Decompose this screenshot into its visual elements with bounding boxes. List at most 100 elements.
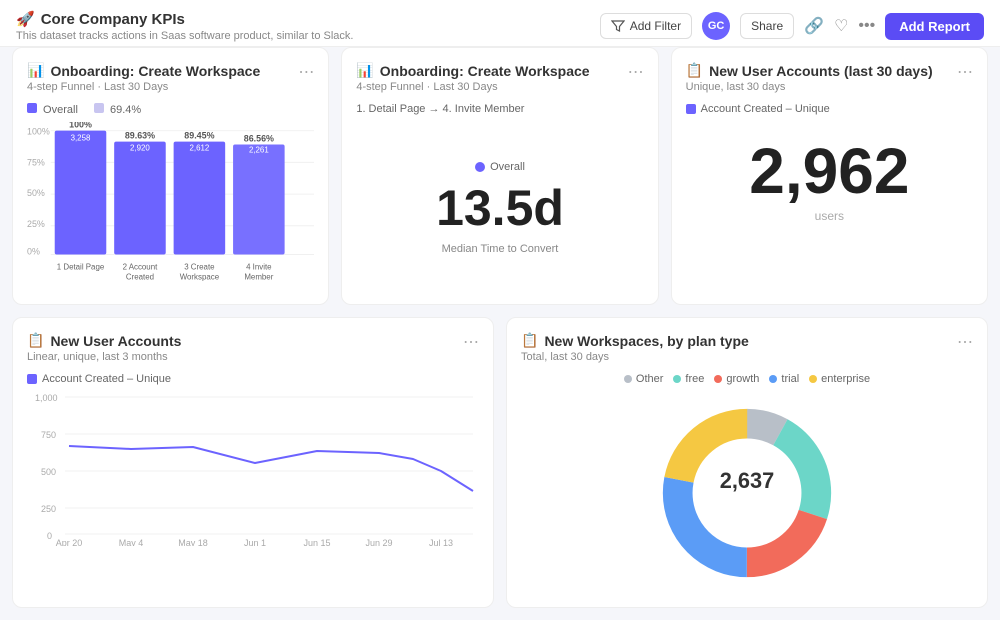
user-accounts-metric-card: 📋 New User Accounts (last 30 days) Uniqu… [671, 47, 988, 305]
wdc-menu[interactable]: ⋯ [957, 332, 973, 352]
share-button[interactable]: Share [740, 13, 794, 39]
fbc2-header: 📊 Onboarding: Create Workspace 4-step Fu… [27, 62, 314, 101]
svg-text:May 4: May 4 [119, 538, 144, 546]
ualc-title: 📋 New User Accounts [27, 332, 181, 349]
fbc2-menu[interactable]: ⋯ [298, 62, 314, 82]
uamc-metric-area: 2,962 users [686, 119, 973, 233]
fbc2-icon: 📊 [27, 62, 44, 79]
rocket-icon: 🚀 [16, 10, 35, 28]
ftc-header: 📊 Onboarding: Create Workspace 4-step Fu… [356, 62, 643, 101]
ualc-legend: Account Created – Unique [27, 373, 479, 385]
ualc-menu[interactable]: ⋯ [463, 332, 479, 352]
header-actions: Add Filter GC Share 🔗 ♡ ••• Add Report [600, 12, 984, 40]
ftc-title: 📊 Onboarding: Create Workspace [356, 62, 589, 79]
legend-trial: trial [769, 373, 799, 385]
wdc-title-group: 📋 New Workspaces, by plan type Total, la… [521, 332, 749, 371]
ualc-legend-dot [27, 374, 37, 384]
svg-text:25%: 25% [27, 219, 45, 229]
filter-icon [611, 19, 625, 33]
ftc-menu[interactable]: ⋯ [628, 62, 644, 82]
ftc-legend: Overall [475, 161, 525, 173]
svg-text:2 Account: 2 Account [123, 262, 159, 271]
add-filter-button[interactable]: Add Filter [600, 13, 692, 39]
fbc2-subtitle: 4-step Funnel · Last 30 Days [27, 81, 260, 93]
uamc-unit: users [686, 209, 973, 223]
workspaces-donut-card: 📋 New Workspaces, by plan type Total, la… [506, 317, 988, 608]
uamc-title: 📋 New User Accounts (last 30 days) [686, 62, 933, 79]
uamc-menu[interactable]: ⋯ [957, 62, 973, 82]
legend-other: Other [624, 373, 664, 385]
donut-center-value: 2,637 [720, 468, 774, 493]
uamc-subtitle: Unique, last 30 days [686, 81, 933, 93]
wdc-title: 📋 New Workspaces, by plan type [521, 332, 749, 349]
wdc-legend: Other free growth trial enterprise [521, 373, 973, 385]
svg-text:4 Invite: 4 Invite [246, 262, 272, 271]
svg-text:3,258: 3,258 [71, 134, 91, 143]
legend-trial-dot [769, 375, 777, 383]
user-accounts-line-card: 📋 New User Accounts Linear, unique, last… [12, 317, 494, 608]
svg-text:Apr 20: Apr 20 [56, 538, 83, 546]
svg-text:2,920: 2,920 [130, 144, 150, 153]
funnel-bar-card2: 📊 Onboarding: Create Workspace 4-step Fu… [12, 47, 329, 305]
uamc-header: 📋 New User Accounts (last 30 days) Uniqu… [686, 62, 973, 101]
ftc-subtitle: 4-step Funnel · Last 30 Days [356, 81, 589, 93]
legend-other-dot [624, 375, 632, 383]
svg-text:750: 750 [41, 430, 56, 440]
svg-text:89.63%: 89.63% [125, 131, 155, 141]
ftc-icon: 📊 [356, 62, 373, 79]
fbc2-title-group: 📊 Onboarding: Create Workspace 4-step Fu… [27, 62, 260, 101]
legend-enterprise: enterprise [809, 373, 870, 385]
svg-text:Jul 13: Jul 13 [429, 538, 453, 546]
svg-text:Jun 1: Jun 1 [244, 538, 266, 546]
link-icon[interactable]: 🔗 [804, 16, 824, 36]
svg-text:500: 500 [41, 467, 56, 477]
ftc-title-group: 📊 Onboarding: Create Workspace 4-step Fu… [356, 62, 589, 101]
top-row: 📊 Onboarding: Create Workspace 4-step Fu… [12, 47, 988, 305]
ftc-metric-area: Overall 13.5d Median Time to Convert [356, 125, 643, 290]
wdc-header: 📋 New Workspaces, by plan type Total, la… [521, 332, 973, 371]
wdc-subtitle: Total, last 30 days [521, 351, 749, 363]
fbc2-title: 📊 Onboarding: Create Workspace [27, 62, 260, 79]
svg-text:Jun 15: Jun 15 [303, 538, 330, 546]
svg-text:3 Create: 3 Create [184, 262, 215, 271]
svg-text:86.56%: 86.56% [244, 134, 274, 144]
fbc2-leg-pct: 69.4% [94, 103, 141, 116]
line-chart-svg: 1,000 750 500 250 0 Apr 20 May 4 May 18 … [27, 391, 479, 546]
fbc2-leg-overall: Overall [27, 103, 78, 116]
funnel-time-card: 📊 Onboarding: Create Workspace 4-step Fu… [341, 47, 658, 305]
ftc-metric: 13.5d [436, 183, 564, 233]
uamc-metric: 2,962 [686, 139, 973, 203]
svg-text:0: 0 [47, 531, 52, 541]
wdc-icon: 📋 [521, 332, 538, 349]
add-report-button[interactable]: Add Report [885, 13, 984, 40]
svg-text:2,612: 2,612 [189, 144, 209, 153]
legend-growth-dot [714, 375, 722, 383]
svg-text:250: 250 [41, 504, 56, 514]
ualc-header: 📋 New User Accounts Linear, unique, last… [27, 332, 479, 371]
ualc-title-group: 📋 New User Accounts Linear, unique, last… [27, 332, 181, 371]
legend-enterprise-dot [809, 375, 817, 383]
svg-text:May 18: May 18 [178, 538, 208, 546]
ftc-legend-dot [475, 162, 485, 172]
header-left: 🚀 Core Company KPIs This dataset tracks … [16, 10, 353, 42]
uamc-legend: Account Created – Unique [686, 103, 973, 115]
svg-text:1 Detail Page: 1 Detail Page [57, 262, 105, 271]
svg-text:Created: Created [126, 272, 154, 281]
avatar: GC [702, 12, 730, 40]
heart-icon[interactable]: ♡ [834, 16, 848, 36]
svg-text:75%: 75% [27, 157, 45, 167]
bottom-row: 📋 New User Accounts Linear, unique, last… [12, 317, 988, 608]
ualc-icon: 📋 [27, 332, 44, 349]
uamc-legend-dot [686, 104, 696, 114]
svg-text:89.45%: 89.45% [184, 131, 214, 141]
more-icon[interactable]: ••• [858, 17, 875, 35]
ftc-step: 1. Detail Page → 4. Invite Member [356, 103, 643, 115]
bar-chart-svg2: 100% 75% 50% 25% 0% 100% 3,258 89.63% 2,… [27, 122, 314, 287]
legend-free-dot [673, 375, 681, 383]
svg-text:Member: Member [244, 272, 273, 281]
donut-svg: 2,637 [647, 393, 847, 593]
svg-text:2,261: 2,261 [249, 145, 269, 154]
svg-text:Jun 29: Jun 29 [365, 538, 392, 546]
page-subtitle: This dataset tracks actions in Saas soft… [16, 30, 353, 42]
svg-text:0%: 0% [27, 247, 40, 257]
